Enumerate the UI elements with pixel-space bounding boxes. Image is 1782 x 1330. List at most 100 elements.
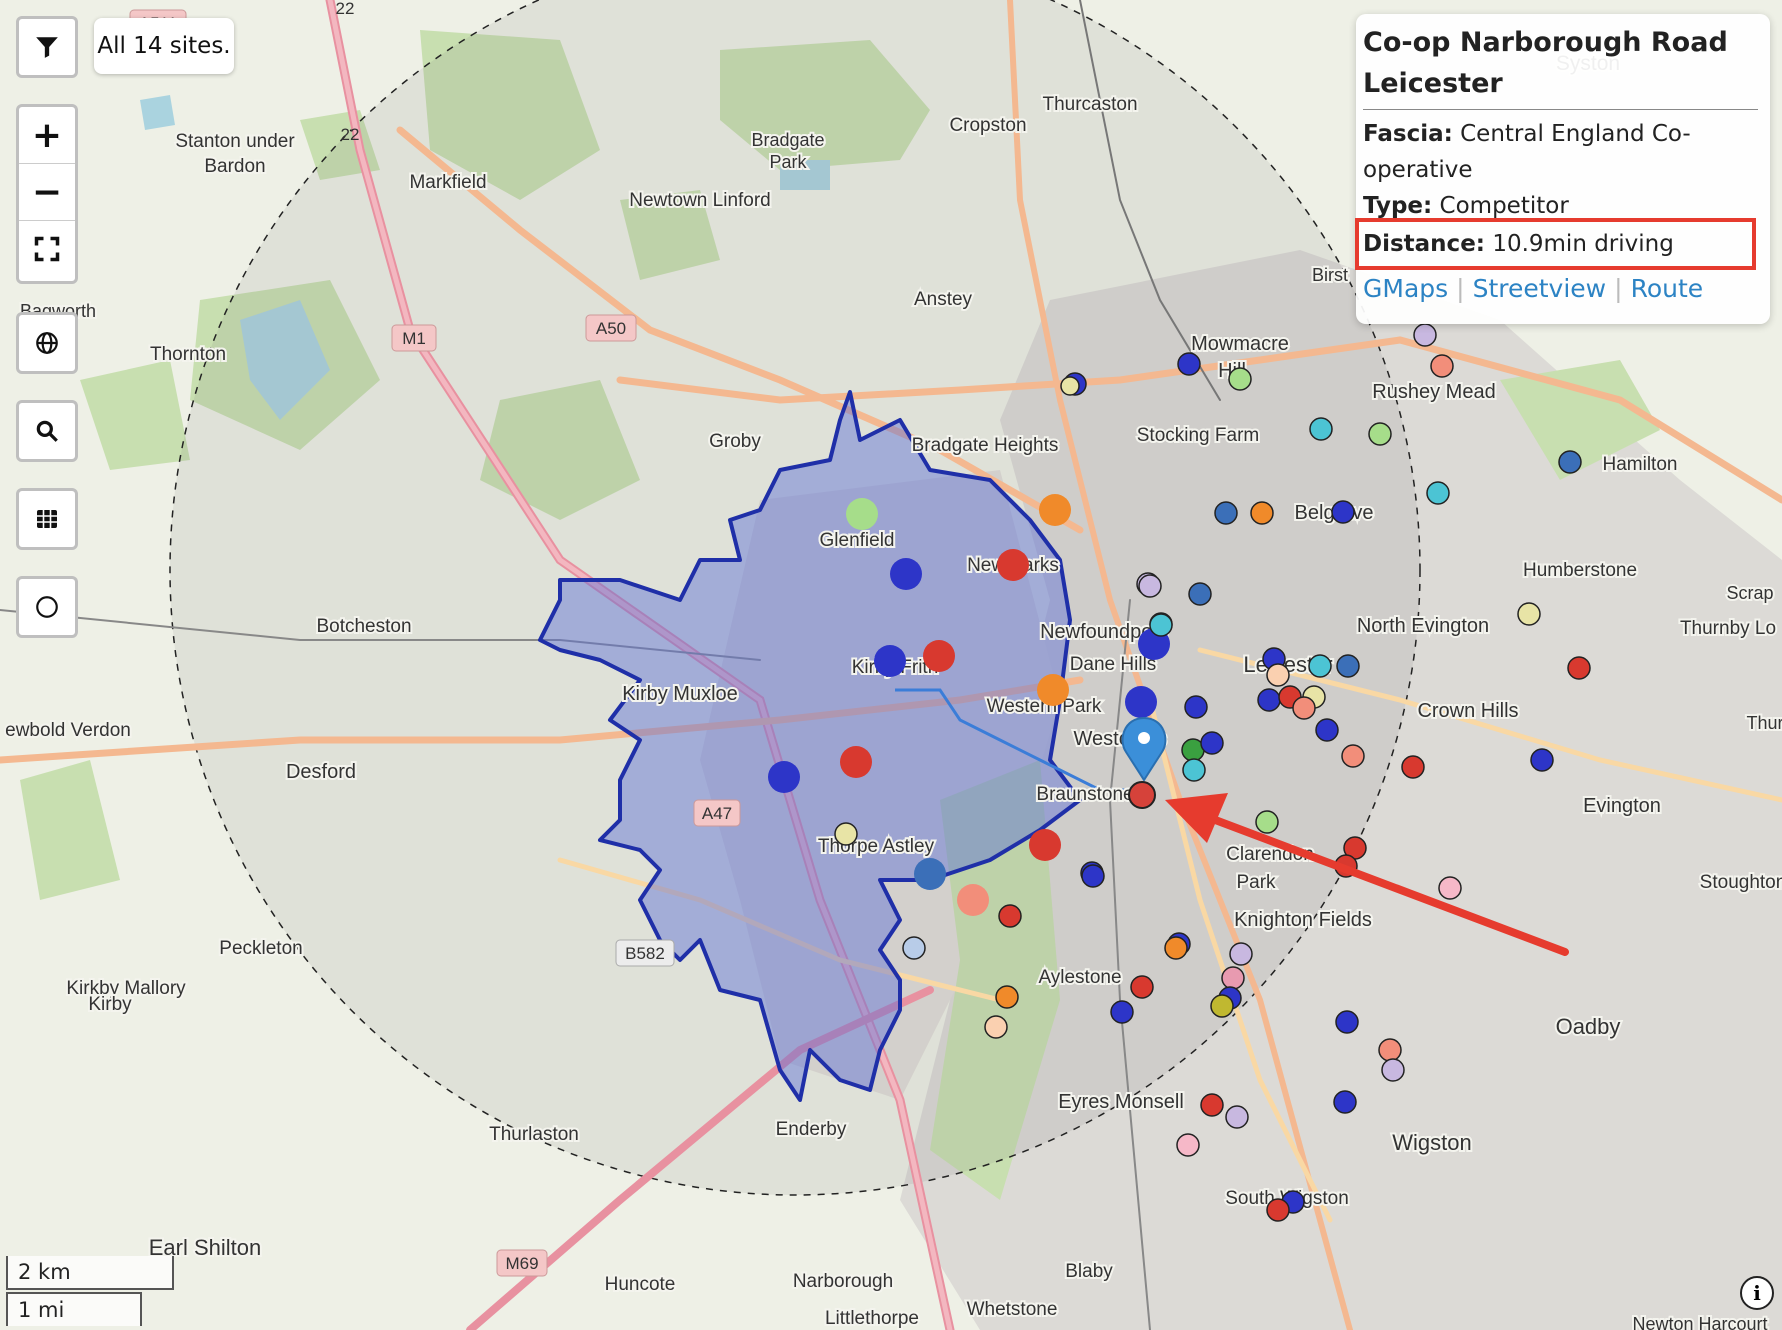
place-label: Newtown Linford	[629, 190, 771, 211]
site-marker[interactable]	[1567, 656, 1591, 680]
site-marker[interactable]	[1381, 1058, 1405, 1082]
grid-icon[interactable]	[19, 491, 75, 547]
site-marker[interactable]	[840, 746, 872, 778]
site-marker[interactable]	[1430, 354, 1454, 378]
site-marker[interactable]	[1335, 1010, 1359, 1034]
site-marker[interactable]	[1138, 574, 1162, 598]
site-marker[interactable]	[1228, 367, 1252, 391]
place-label: Mowmacre	[1191, 333, 1289, 355]
site-marker[interactable]	[1188, 582, 1212, 606]
search-zoom-icon[interactable]	[19, 403, 75, 459]
site-marker[interactable]	[1125, 686, 1157, 718]
table-control[interactable]	[16, 488, 78, 550]
filter-control[interactable]	[16, 16, 78, 78]
place-label: Thurnby Lo	[1680, 618, 1776, 639]
site-marker[interactable]	[1149, 613, 1173, 637]
site-marker[interactable]	[1266, 663, 1290, 687]
place-label: Thurn	[1746, 713, 1782, 733]
site-marker[interactable]	[1530, 748, 1554, 772]
site-marker[interactable]	[998, 904, 1022, 928]
road-label-22: 22	[341, 125, 360, 144]
place-label: Kirby Muxloe	[622, 683, 738, 705]
site-marker[interactable]	[1177, 352, 1201, 376]
site-marker[interactable]	[846, 498, 878, 530]
site-marker[interactable]	[1401, 755, 1425, 779]
site-marker[interactable]	[957, 884, 989, 916]
place-label: Braunstone	[1036, 784, 1133, 805]
layers-control[interactable]	[16, 312, 78, 374]
site-marker[interactable]	[1255, 810, 1279, 834]
site-marker[interactable]	[874, 645, 906, 677]
site-marker[interactable]	[1037, 674, 1069, 706]
filter-icon[interactable]	[19, 19, 75, 75]
site-marker[interactable]	[1368, 422, 1392, 446]
road-label-m1: M1	[402, 329, 426, 348]
site-marker[interactable]	[1341, 744, 1365, 768]
route-link[interactable]: Route	[1631, 274, 1704, 303]
road-label-22-top: 22	[336, 0, 355, 18]
site-marker[interactable]	[1336, 654, 1360, 678]
site-marker[interactable]	[1184, 695, 1208, 719]
place-label: Eyres Monsell	[1058, 1091, 1184, 1113]
site-marker[interactable]	[1250, 501, 1274, 525]
site-marker[interactable]	[1315, 718, 1339, 742]
streetview-link[interactable]: Streetview	[1473, 274, 1607, 303]
site-marker[interactable]	[1333, 1090, 1357, 1114]
site-marker[interactable]	[1200, 731, 1224, 755]
site-marker[interactable]	[1229, 942, 1253, 966]
site-marker[interactable]	[1378, 1038, 1402, 1062]
gmaps-link[interactable]: GMaps	[1363, 274, 1448, 303]
site-marker[interactable]	[1308, 654, 1332, 678]
site-marker[interactable]	[995, 985, 1019, 1009]
site-marker[interactable]	[1292, 696, 1316, 720]
site-marker[interactable]	[834, 822, 858, 846]
site-marker[interactable]	[1225, 1105, 1249, 1129]
site-marker[interactable]	[1438, 876, 1462, 900]
site-marker[interactable]	[1266, 1198, 1290, 1222]
site-marker[interactable]	[902, 936, 926, 960]
place-label: Rushey Mead	[1372, 381, 1495, 403]
circle-icon[interactable]	[19, 579, 75, 635]
place-label: Scrap	[1726, 583, 1773, 603]
site-marker[interactable]	[1558, 450, 1582, 474]
site-marker[interactable]	[1130, 975, 1154, 999]
radius-control[interactable]	[16, 576, 78, 638]
place-label: Thorpe Astley	[818, 836, 935, 857]
site-marker[interactable]	[1331, 500, 1355, 524]
site-marker[interactable]	[1210, 994, 1234, 1018]
place-label: Huncote	[605, 1274, 676, 1295]
site-marker[interactable]	[984, 1015, 1008, 1039]
site-marker[interactable]	[890, 558, 922, 590]
info-icon[interactable]: i	[1740, 1276, 1774, 1310]
site-marker[interactable]	[1517, 602, 1541, 626]
site-marker[interactable]	[1257, 688, 1281, 712]
fullscreen-icon[interactable]	[19, 220, 75, 277]
site-marker[interactable]	[1200, 1093, 1224, 1117]
search-control[interactable]	[16, 400, 78, 462]
map-view[interactable]: A511 22 22 M1 A50 A47 B582 M69 Stanton u…	[0, 0, 1782, 1330]
globe-icon[interactable]	[19, 315, 75, 371]
place-label: Thornton	[150, 344, 226, 365]
site-marker[interactable]	[923, 640, 955, 672]
site-marker[interactable]	[1164, 936, 1188, 960]
site-marker[interactable]	[1060, 376, 1080, 396]
site-marker[interactable]	[1176, 1133, 1200, 1157]
site-marker[interactable]	[1221, 966, 1245, 990]
site-marker[interactable]	[1182, 758, 1206, 782]
site-marker[interactable]	[914, 858, 946, 890]
place-label: Peckleton	[219, 938, 302, 959]
site-marker[interactable]	[1309, 417, 1333, 441]
site-marker[interactable]	[768, 761, 800, 793]
site-marker[interactable]	[1413, 323, 1437, 347]
site-marker[interactable]	[1029, 829, 1061, 861]
zoom-out-button[interactable]: −	[19, 163, 75, 220]
site-marker[interactable]	[1039, 494, 1071, 526]
site-marker[interactable]	[997, 549, 1029, 581]
site-marker[interactable]	[1110, 1000, 1134, 1024]
type-label: Type:	[1363, 193, 1433, 219]
site-marker[interactable]	[1426, 481, 1450, 505]
zoom-in-button[interactable]: +	[19, 107, 75, 163]
place-label: Stocking Farm	[1137, 425, 1259, 446]
site-marker[interactable]	[1081, 864, 1105, 888]
site-marker[interactable]	[1214, 501, 1238, 525]
